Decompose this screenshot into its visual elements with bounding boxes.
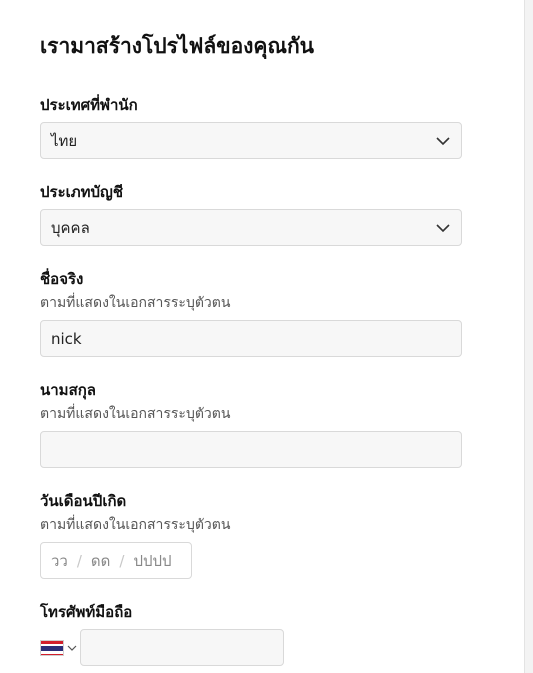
account-type-label: ประเภทบัญชี [40,183,124,201]
scrollbar-track[interactable] [524,0,533,673]
country-label: ประเทศที่พำนัก [40,96,138,114]
chevron-down-icon [436,137,450,146]
phone-input[interactable] [80,629,284,666]
account-type-value: บุคคล [51,218,90,237]
thailand-flag-icon[interactable] [40,640,64,656]
page-title: เรามาสร้างโปรไฟล์ของคุณกัน [40,34,315,58]
last-name-label: นามสกุล [40,381,96,399]
dob-separator: / [76,551,82,570]
last-name-hint: ตามที่แสดงในเอกสารระบุตัวตน [40,406,231,422]
chevron-down-icon [436,224,450,233]
chevron-down-icon[interactable] [67,643,77,653]
dob-label: วันเดือนปีเกิด [40,492,127,510]
phone-row [40,629,290,666]
first-name-hint: ตามที่แสดงในเอกสารระบุตัวตน [40,295,231,311]
phone-label: โทรศัพท์มือถือ [40,603,133,621]
dob-hint: ตามที่แสดงในเอกสารระบุตัวตน [40,517,231,533]
dob-separator: / [119,551,125,570]
first-name-input[interactable]: nick [40,320,462,357]
dob-month-input[interactable]: ดด [91,549,110,573]
country-value: ไทย [51,131,78,150]
first-name-value: nick [51,329,82,348]
dob-day-input[interactable]: วว [51,549,68,573]
first-name-label: ชื่อจริง [40,270,84,288]
dob-input-group: วว / ดด / ปปปป [40,542,192,579]
last-name-input[interactable] [40,431,462,468]
dob-year-input[interactable]: ปปปป [133,549,171,573]
country-select[interactable]: ไทย [40,122,462,159]
account-type-select[interactable]: บุคคล [40,209,462,246]
